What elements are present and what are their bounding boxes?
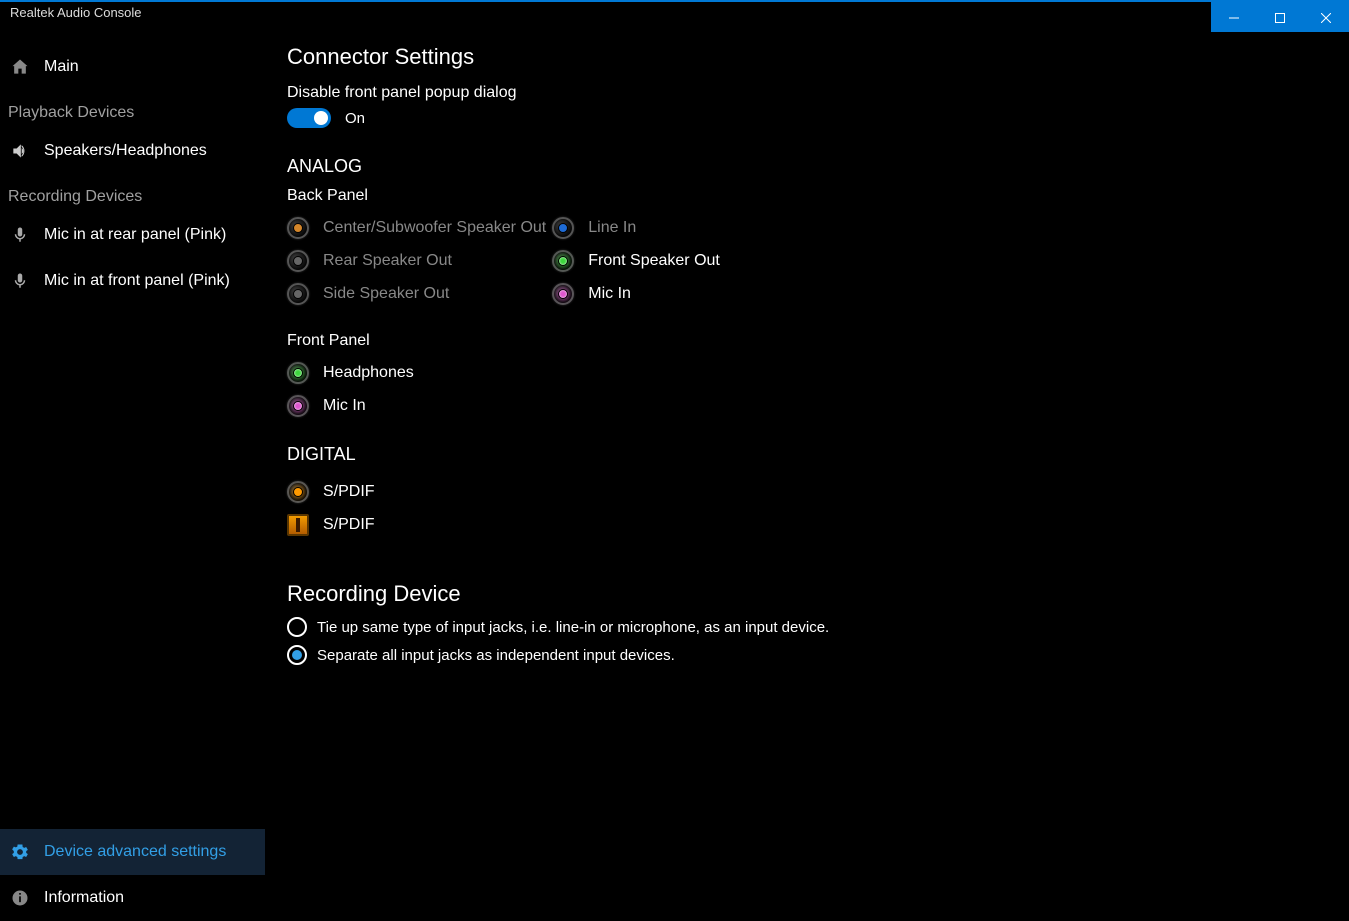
- gear-icon: [10, 842, 30, 862]
- maximize-button[interactable]: [1257, 2, 1303, 34]
- radio-label: Tie up same type of input jacks, i.e. li…: [317, 619, 829, 636]
- radio-button[interactable]: [287, 645, 307, 665]
- recording-option[interactable]: Tie up same type of input jacks, i.e. li…: [287, 617, 1327, 637]
- minimize-button[interactable]: [1211, 2, 1257, 34]
- sidebar-section-playback: Playback Devices: [0, 90, 265, 128]
- audio-jack-icon[interactable]: [287, 283, 309, 305]
- digital-label: S/PDIF: [323, 516, 375, 534]
- jack-label: Mic In: [588, 285, 631, 303]
- recording-option[interactable]: Separate all input jacks as independent …: [287, 645, 1327, 665]
- recording-device-title: Recording Device: [287, 581, 1327, 607]
- digital-label: S/PDIF: [323, 483, 375, 501]
- jack-row: Mic In: [552, 277, 720, 310]
- sidebar-item-label: Mic in at rear panel (Pink): [44, 226, 226, 244]
- speaker-icon: [10, 141, 30, 161]
- jack-row: Rear Speaker Out: [287, 244, 546, 277]
- sidebar-item-label: Device advanced settings: [44, 843, 226, 861]
- audio-jack-icon[interactable]: [287, 217, 309, 239]
- sidebar-item-main[interactable]: Main: [0, 44, 265, 90]
- sidebar-item-label: Information: [44, 889, 124, 907]
- main-content: Connector Settings Disable front panel p…: [265, 32, 1349, 921]
- audio-jack-icon[interactable]: [552, 250, 574, 272]
- sidebar-item-advanced-settings[interactable]: Device advanced settings: [0, 829, 265, 875]
- disable-popup-toggle[interactable]: [287, 108, 331, 128]
- window-title: Realtek Audio Console: [0, 4, 142, 20]
- audio-jack-icon[interactable]: [552, 217, 574, 239]
- audio-jack-icon[interactable]: [552, 283, 574, 305]
- microphone-icon: [10, 225, 30, 245]
- jack-row: Front Speaker Out: [552, 244, 720, 277]
- jack-row: Side Speaker Out: [287, 277, 546, 310]
- digital-row: S/PDIF: [287, 475, 1327, 508]
- sidebar-item-information[interactable]: Information: [0, 875, 265, 921]
- disable-popup-label: Disable front panel popup dialog: [287, 84, 1327, 102]
- window-controls: [1211, 2, 1349, 32]
- analog-section-title: ANALOG: [287, 156, 1327, 177]
- radio-button[interactable]: [287, 617, 307, 637]
- jack-label: Rear Speaker Out: [323, 252, 452, 270]
- info-icon: [10, 888, 30, 908]
- close-button[interactable]: [1303, 2, 1349, 34]
- sidebar-item-mic-front[interactable]: Mic in at front panel (Pink): [0, 258, 265, 304]
- toggle-state-label: On: [345, 110, 365, 127]
- jack-row: Mic In: [287, 389, 1327, 422]
- microphone-icon: [10, 271, 30, 291]
- home-icon: [10, 57, 30, 77]
- sidebar-item-label: Mic in at front panel (Pink): [44, 272, 230, 290]
- jack-label: Mic In: [323, 397, 366, 415]
- jack-label: Front Speaker Out: [588, 252, 720, 270]
- sidebar-item-label: Speakers/Headphones: [44, 142, 207, 160]
- digital-section-title: DIGITAL: [287, 444, 1327, 465]
- jack-label: Headphones: [323, 364, 414, 382]
- radio-label: Separate all input jacks as independent …: [317, 647, 675, 664]
- title-bar: Realtek Audio Console: [0, 0, 1349, 32]
- coax-jack-icon[interactable]: [287, 481, 309, 503]
- page-title: Connector Settings: [287, 44, 1327, 70]
- front-panel-label: Front Panel: [287, 332, 1327, 350]
- jack-row: Line In: [552, 211, 720, 244]
- sidebar-section-recording: Recording Devices: [0, 174, 265, 212]
- audio-jack-icon[interactable]: [287, 250, 309, 272]
- sidebar-item-mic-rear[interactable]: Mic in at rear panel (Pink): [0, 212, 265, 258]
- sidebar-item-speakers[interactable]: Speakers/Headphones: [0, 128, 265, 174]
- jack-label: Side Speaker Out: [323, 285, 449, 303]
- digital-row: S/PDIF: [287, 508, 1327, 541]
- audio-jack-icon[interactable]: [287, 395, 309, 417]
- jack-label: Center/Subwoofer Speaker Out: [323, 219, 546, 237]
- audio-jack-icon[interactable]: [287, 362, 309, 384]
- sidebar: Main Playback Devices Speakers/Headphone…: [0, 32, 265, 921]
- optical-port-icon[interactable]: [287, 514, 309, 536]
- jack-row: Center/Subwoofer Speaker Out: [287, 211, 546, 244]
- jack-row: Headphones: [287, 356, 1327, 389]
- back-panel-label: Back Panel: [287, 187, 1327, 205]
- jack-label: Line In: [588, 219, 636, 237]
- sidebar-item-label: Main: [44, 58, 79, 76]
